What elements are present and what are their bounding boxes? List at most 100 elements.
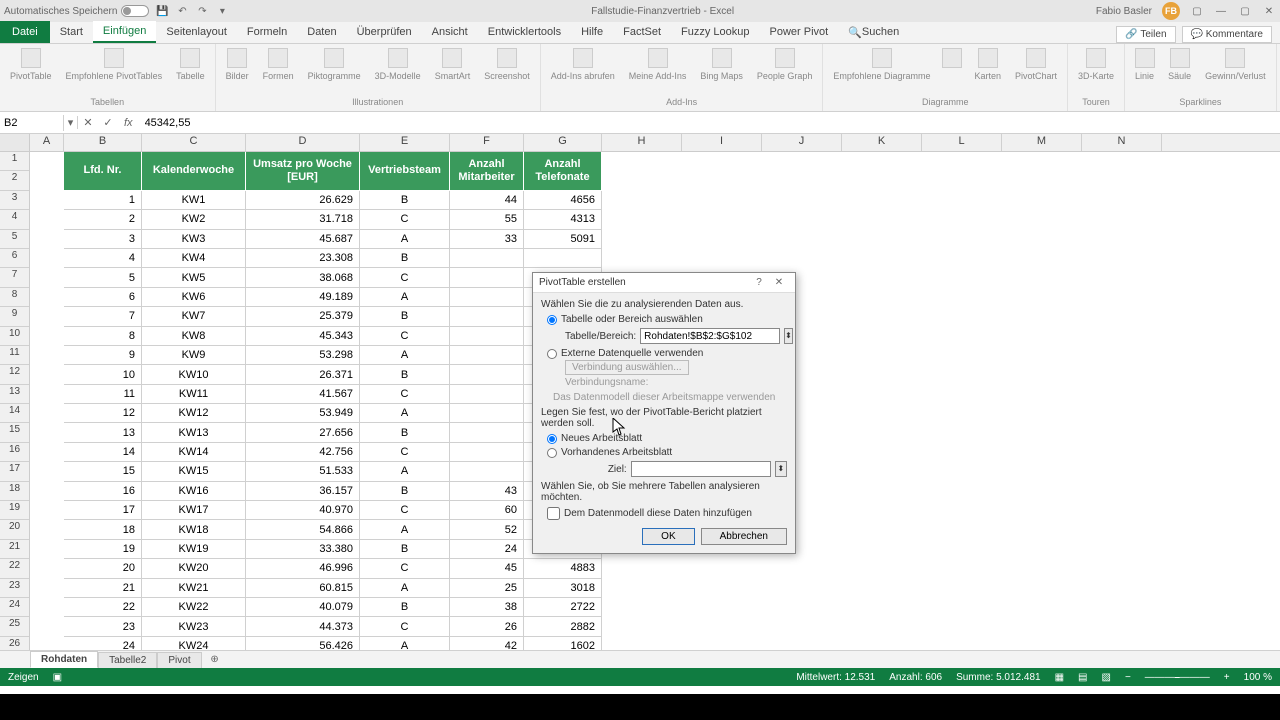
cell[interactable]: KW7 bbox=[142, 307, 246, 326]
row-header-8[interactable]: 8 bbox=[0, 288, 29, 307]
location-input[interactable] bbox=[631, 461, 771, 477]
cell[interactable]: A bbox=[360, 288, 450, 307]
col-header-I[interactable]: I bbox=[682, 134, 762, 151]
cell[interactable]: 9 bbox=[64, 346, 142, 365]
checkbox-add-to-model-input[interactable] bbox=[547, 507, 560, 520]
cell[interactable]: A bbox=[360, 346, 450, 365]
cell[interactable] bbox=[450, 443, 524, 462]
cell[interactable]: 2882 bbox=[524, 617, 602, 636]
cell[interactable]: 19 bbox=[64, 540, 142, 559]
cell[interactable]: 45 bbox=[450, 559, 524, 578]
cell[interactable]: A bbox=[360, 404, 450, 423]
ribbon-3d-karte[interactable]: 3D-Karte bbox=[1072, 46, 1120, 84]
row-header-11[interactable]: 11 bbox=[0, 346, 29, 365]
dialog-close-icon[interactable]: ✕ bbox=[769, 277, 789, 288]
sheet-tab-tabelle2[interactable]: Tabelle2 bbox=[98, 652, 157, 668]
cell[interactable] bbox=[450, 462, 524, 481]
cell[interactable] bbox=[450, 346, 524, 365]
row-header-10[interactable]: 10 bbox=[0, 327, 29, 346]
cell[interactable] bbox=[450, 365, 524, 384]
col-header-D[interactable]: D bbox=[246, 134, 360, 151]
cell[interactable]: 52 bbox=[450, 520, 524, 539]
cell[interactable] bbox=[450, 268, 524, 287]
qat-dropdown-icon[interactable]: ▾ bbox=[215, 4, 229, 18]
tab-hilfe[interactable]: Hilfe bbox=[571, 21, 613, 43]
cell[interactable]: 17 bbox=[64, 501, 142, 520]
cell[interactable]: KW22 bbox=[142, 598, 246, 617]
dialog-help-icon[interactable]: ? bbox=[749, 277, 769, 288]
cell[interactable]: 45.687 bbox=[246, 230, 360, 249]
cell[interactable]: C bbox=[360, 268, 450, 287]
ok-button[interactable]: OK bbox=[642, 528, 694, 545]
row-header-17[interactable]: 17 bbox=[0, 462, 29, 481]
table-header[interactable]: Umsatz pro Woche [EUR] bbox=[246, 152, 360, 191]
cell[interactable]: 33 bbox=[450, 230, 524, 249]
cell[interactable]: 2 bbox=[64, 210, 142, 229]
row-header-5[interactable]: 5 bbox=[0, 230, 29, 249]
view-layout-icon[interactable]: ▤ bbox=[1078, 672, 1087, 683]
cell[interactable]: 55 bbox=[450, 210, 524, 229]
ribbon-3d-modelle[interactable]: 3D-Modelle bbox=[369, 46, 427, 84]
ribbon-pivotchart[interactable]: PivotChart bbox=[1009, 46, 1063, 84]
select-all-corner[interactable] bbox=[0, 134, 30, 152]
minimize-icon[interactable]: — bbox=[1214, 4, 1228, 18]
user-avatar[interactable]: FB bbox=[1162, 2, 1180, 20]
cell[interactable]: KW17 bbox=[142, 501, 246, 520]
cell[interactable]: 26.371 bbox=[246, 365, 360, 384]
cell[interactable]: 25 bbox=[450, 579, 524, 598]
cell[interactable]: 4883 bbox=[524, 559, 602, 578]
save-icon[interactable]: 💾 bbox=[155, 4, 169, 18]
radio-external-input[interactable] bbox=[547, 349, 557, 359]
cell[interactable]: 8 bbox=[64, 327, 142, 346]
cell[interactable]: 6 bbox=[64, 288, 142, 307]
cancel-button[interactable]: Abbrechen bbox=[701, 528, 787, 545]
cell[interactable]: 43 bbox=[450, 482, 524, 501]
cell[interactable]: 23 bbox=[64, 617, 142, 636]
table-header[interactable]: Kalenderwoche bbox=[142, 152, 246, 191]
view-normal-icon[interactable]: ▦ bbox=[1055, 672, 1064, 683]
name-box[interactable] bbox=[0, 115, 64, 131]
row-header-1[interactable]: 1 bbox=[0, 152, 29, 171]
col-header-L[interactable]: L bbox=[922, 134, 1002, 151]
cell[interactable]: 45.343 bbox=[246, 327, 360, 346]
autosave-toggle[interactable]: Automatisches Speichern bbox=[4, 5, 149, 17]
cell[interactable]: C bbox=[360, 210, 450, 229]
row-header-14[interactable]: 14 bbox=[0, 404, 29, 423]
tab-überprüfen[interactable]: Überprüfen bbox=[347, 21, 422, 43]
col-header-H[interactable]: H bbox=[602, 134, 682, 151]
cell[interactable]: 4656 bbox=[524, 191, 602, 210]
ribbon-smartart[interactable]: SmartArt bbox=[429, 46, 477, 84]
cell[interactable]: B bbox=[360, 482, 450, 501]
row-header-6[interactable]: 6 bbox=[0, 249, 29, 268]
tab-einfügen[interactable]: Einfügen bbox=[93, 21, 156, 43]
cell[interactable]: 3 bbox=[64, 230, 142, 249]
cell[interactable]: 60.815 bbox=[246, 579, 360, 598]
ribbon-bing-maps[interactable]: Bing Maps bbox=[694, 46, 749, 84]
cell[interactable]: 24 bbox=[64, 637, 142, 650]
ribbon-bilder[interactable]: Bilder bbox=[220, 46, 255, 84]
row-header-7[interactable]: 7 bbox=[0, 268, 29, 287]
row-header-4[interactable]: 4 bbox=[0, 210, 29, 229]
radio-existing-input[interactable] bbox=[547, 448, 557, 458]
range-input[interactable] bbox=[640, 328, 780, 344]
ribbon-pivottable[interactable]: PivotTable bbox=[4, 46, 58, 84]
col-header-G[interactable]: G bbox=[524, 134, 602, 151]
cell[interactable]: 22 bbox=[64, 598, 142, 617]
ribbon-empfohlene-pivottables[interactable]: Empfohlene PivotTables bbox=[60, 46, 169, 84]
maximize-icon[interactable]: ▢ bbox=[1238, 4, 1252, 18]
cell[interactable]: 40.079 bbox=[246, 598, 360, 617]
ribbon-people-graph[interactable]: People Graph bbox=[751, 46, 819, 84]
cell[interactable]: 27.656 bbox=[246, 423, 360, 442]
ribbon-gewinn-verlust[interactable]: Gewinn/Verlust bbox=[1199, 46, 1272, 84]
cell[interactable]: C bbox=[360, 385, 450, 404]
tab-formeln[interactable]: Formeln bbox=[237, 21, 297, 43]
row-header-13[interactable]: 13 bbox=[0, 385, 29, 404]
ribbon-piktogramme[interactable]: Piktogramme bbox=[302, 46, 367, 84]
tab-power pivot[interactable]: Power Pivot bbox=[760, 21, 839, 43]
cell[interactable]: KW6 bbox=[142, 288, 246, 307]
cell[interactable]: 53.298 bbox=[246, 346, 360, 365]
radio-table-range-input[interactable] bbox=[547, 315, 557, 325]
cell[interactable]: 21 bbox=[64, 579, 142, 598]
macro-record-icon[interactable]: ▣ bbox=[53, 672, 62, 683]
zoom-level[interactable]: 100 % bbox=[1244, 672, 1272, 683]
